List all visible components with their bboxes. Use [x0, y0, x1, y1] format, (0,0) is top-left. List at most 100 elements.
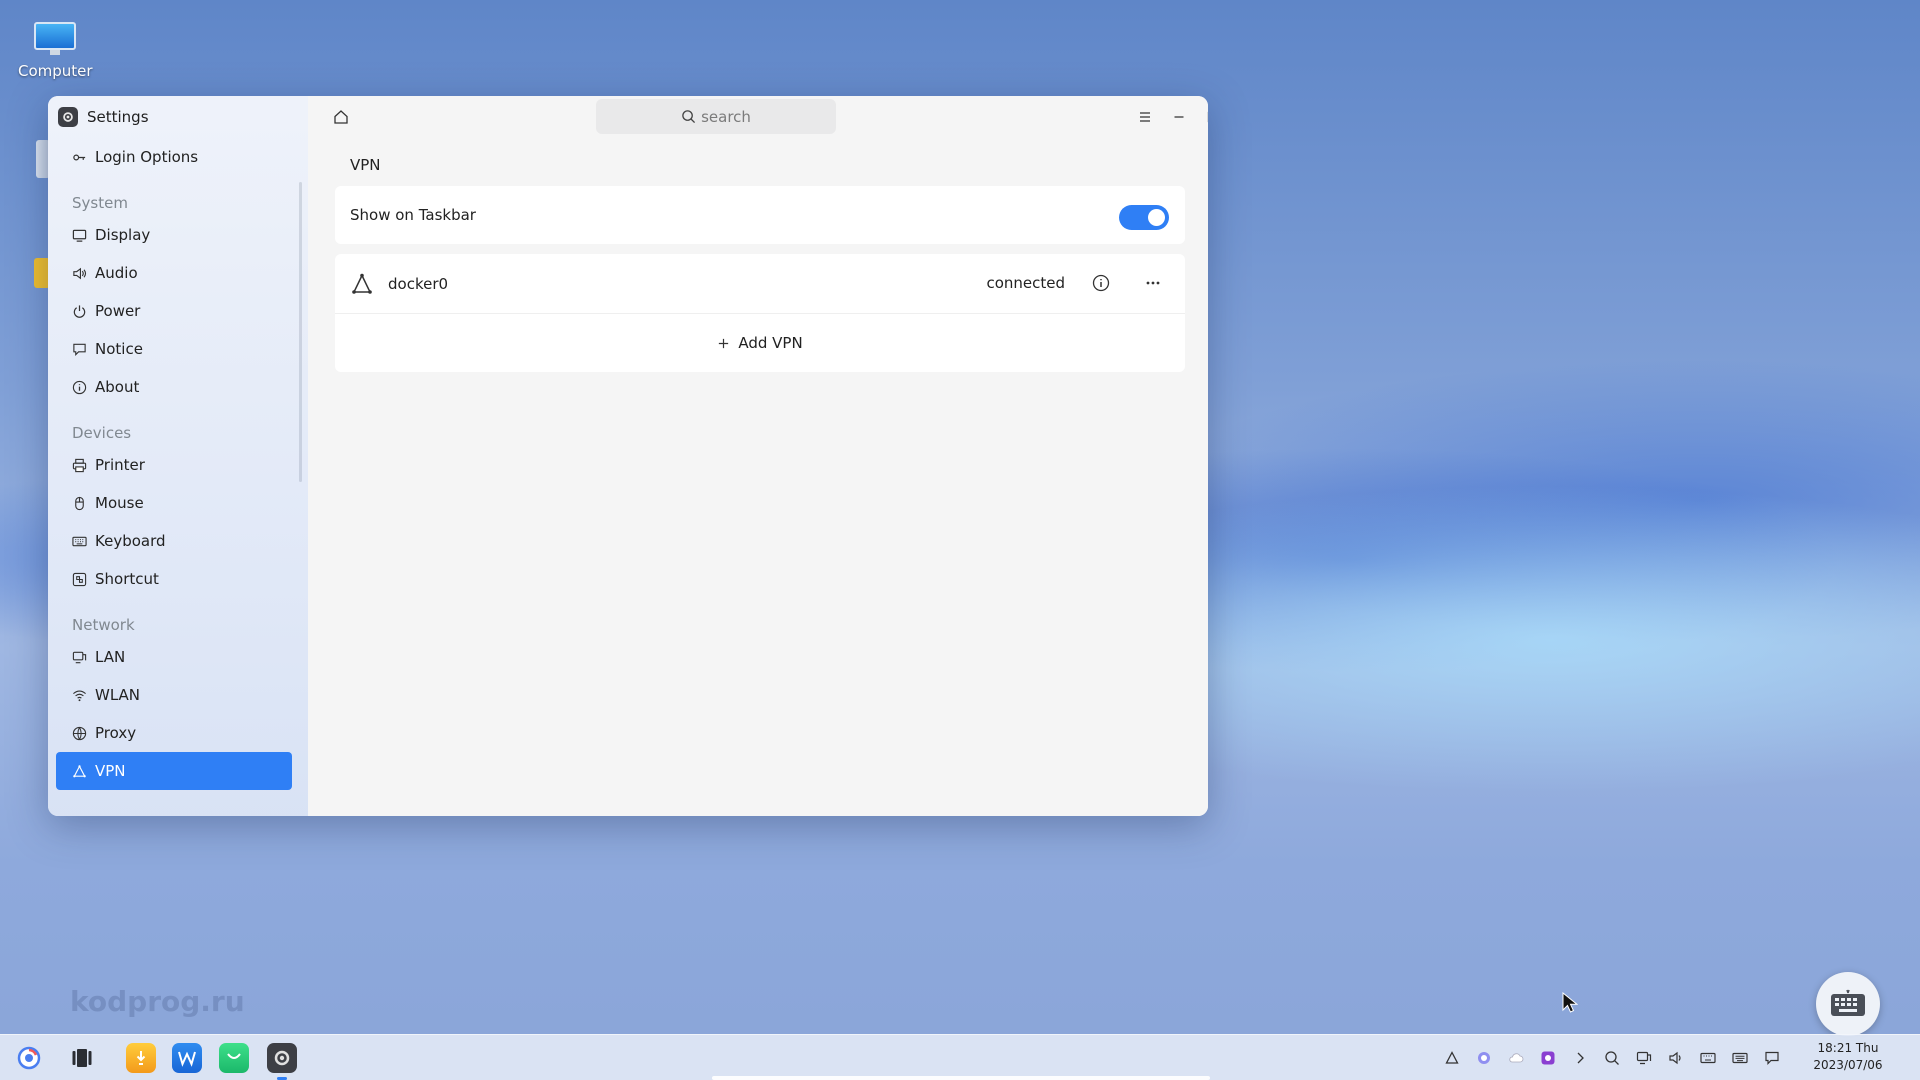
app-title: Settings [87, 108, 149, 126]
tray-vpn[interactable] [1443, 1049, 1461, 1067]
tray-notifications[interactable] [1763, 1049, 1781, 1067]
info-icon [72, 380, 87, 395]
sidebar-scrollbar[interactable] [299, 182, 302, 482]
speaker-icon [1669, 1051, 1681, 1065]
taskbar-launcher[interactable] [14, 1043, 44, 1073]
main-panel: search VPN Show on Taskbar docker0 conne… [308, 96, 1208, 816]
lan-icon [72, 650, 87, 665]
sidebar-item-shortcut[interactable]: Shortcut [48, 560, 308, 598]
taskbar-multitask-view[interactable] [67, 1043, 97, 1073]
vpn-icon [72, 764, 87, 779]
vpn-list-card: docker0 connected Add VPN [335, 254, 1185, 372]
printer-icon [72, 458, 87, 473]
hamburger-icon [1140, 112, 1150, 122]
minimize-button[interactable] [1168, 106, 1190, 128]
home-button[interactable] [332, 108, 350, 126]
shortcut-icon [72, 572, 87, 587]
cloud-icon [1509, 1053, 1524, 1063]
window-title: Settings [48, 96, 308, 138]
tray-screen-recorder[interactable] [1539, 1049, 1557, 1067]
sidebar-item-audio[interactable]: Audio [48, 254, 308, 292]
info-icon [1092, 274, 1110, 292]
tray-onscreen-keyboard[interactable] [1731, 1049, 1749, 1067]
sidebar-item-proxy[interactable]: Proxy [48, 714, 308, 752]
menu-button[interactable] [1134, 106, 1156, 128]
add-vpn-button[interactable]: Add VPN [335, 314, 1185, 372]
show-on-taskbar-toggle[interactable] [1119, 205, 1169, 230]
input-method-icon [1478, 1052, 1490, 1064]
search-icon [1605, 1051, 1619, 1065]
sidebar-item-power[interactable]: Power [48, 292, 308, 330]
search-placeholder: search [701, 107, 751, 126]
onscreen-keyboard-button[interactable] [1816, 972, 1880, 1036]
tray-network[interactable] [1635, 1049, 1653, 1067]
sidebar-item-label: Notice [95, 340, 143, 358]
sidebar-item-wlan[interactable]: WLAN [48, 676, 308, 714]
sidebar-item-display[interactable]: Display [48, 216, 308, 254]
sidebar-item-label: Keyboard [95, 532, 166, 550]
search-input[interactable]: search [596, 99, 836, 134]
notice-icon [72, 342, 87, 357]
tray-expand[interactable] [1571, 1049, 1589, 1067]
display-icon [72, 228, 87, 243]
sidebar-item-login-options[interactable]: Login Options [48, 138, 308, 176]
sidebar-item-label: Printer [95, 456, 145, 474]
maximize-button[interactable] [1202, 106, 1208, 128]
writer-icon [178, 1051, 196, 1067]
tray-volume[interactable] [1667, 1049, 1685, 1067]
tray-cloud[interactable] [1507, 1049, 1525, 1067]
sidebar-item-mouse[interactable]: Mouse [48, 484, 308, 522]
multitask-icon [72, 1049, 92, 1067]
sidebar-item-notice[interactable]: Notice [48, 330, 308, 368]
vpn-details-button[interactable] [1091, 273, 1111, 293]
clock-date: 2023/07/06 [1813, 1058, 1883, 1072]
keyboard-icon [1831, 989, 1865, 1016]
launcher-icon [17, 1046, 41, 1070]
computer-icon [33, 22, 77, 56]
sidebar-item-keyboard[interactable]: Keyboard [48, 522, 308, 560]
sidebar-item-label: Power [95, 302, 141, 320]
taskbar-clock[interactable]: 18:21 Thu 2023/07/06 [1808, 1040, 1888, 1074]
show-on-taskbar-label: Show on Taskbar [350, 206, 476, 224]
sidebar-item-printer[interactable]: Printer [48, 446, 308, 484]
speaker-icon [72, 266, 87, 281]
mouse-cursor-icon [1562, 992, 1578, 1013]
sidebar-item-vpn[interactable]: VPN [56, 752, 292, 790]
lan-icon [1636, 1051, 1652, 1065]
taskbar-app-wps-writer[interactable] [172, 1043, 202, 1073]
desktop-icon-computer[interactable]: Computer [18, 22, 93, 80]
vpn-more-button[interactable] [1143, 273, 1163, 293]
sidebar-item-label: Display [95, 226, 151, 244]
minimize-icon [1174, 116, 1184, 118]
tray-search[interactable] [1603, 1049, 1621, 1067]
wifi-icon [72, 688, 87, 703]
sidebar: Settings Login Options System Display Au… [48, 96, 308, 816]
store-icon [227, 1053, 241, 1059]
plus-icon [719, 338, 729, 348]
sidebar-item-lan[interactable]: LAN [48, 638, 308, 676]
keyboard-icon [1732, 1052, 1748, 1064]
taskbar-app-settings[interactable] [267, 1043, 297, 1073]
mouse-icon [72, 496, 87, 511]
taskbar-app-store[interactable] [219, 1043, 249, 1073]
vpn-icon [1445, 1051, 1459, 1064]
tray-keyboard-layout[interactable] [1699, 1049, 1717, 1067]
taskbar-app-file-manager[interactable] [126, 1043, 156, 1073]
watermark: kodprog.ru [70, 985, 245, 1018]
settings-icon [274, 1050, 290, 1066]
sidebar-item-label: Mouse [95, 494, 144, 512]
sidebar-item-label: Audio [95, 264, 138, 282]
tray-input-method[interactable] [1475, 1049, 1493, 1067]
file-manager-icon [136, 1051, 146, 1065]
sidebar-item-label: VPN [95, 762, 126, 780]
sidebar-item-label: Proxy [95, 724, 137, 742]
taskbar-hover-bar [712, 1076, 1210, 1080]
add-vpn-label: Add VPN [738, 334, 803, 352]
more-icon [1146, 281, 1160, 285]
vpn-connection-row[interactable]: docker0 connected [335, 254, 1185, 314]
settings-app-icon [58, 107, 78, 127]
vpn-connection-name: docker0 [388, 274, 449, 293]
sidebar-item-about[interactable]: About [48, 368, 308, 406]
toggle-knob [1148, 209, 1165, 226]
proxy-icon [72, 726, 87, 741]
